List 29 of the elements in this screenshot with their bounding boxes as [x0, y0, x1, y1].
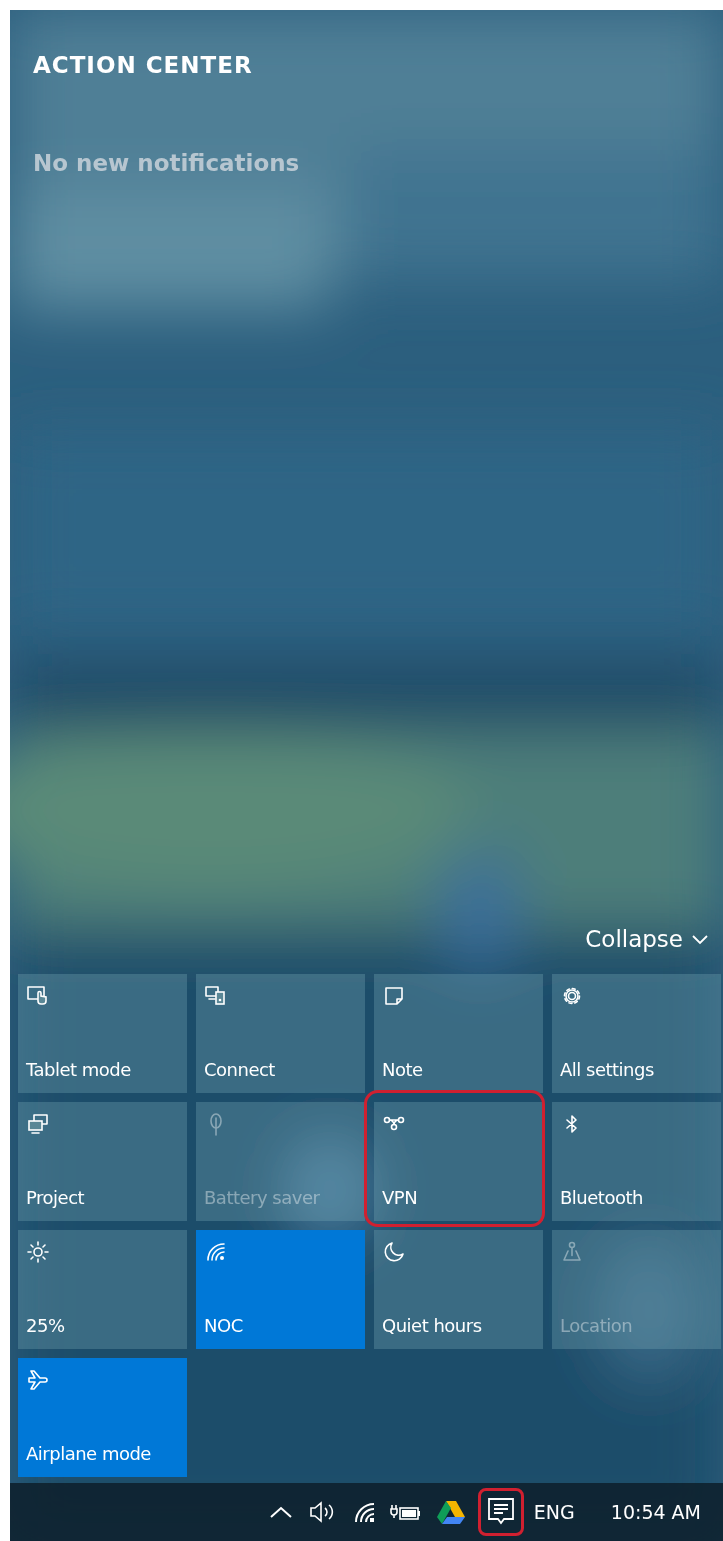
language-indicator[interactable]: ENG — [533, 1501, 575, 1523]
moon-icon — [382, 1240, 406, 1264]
action-center-button[interactable] — [477, 1488, 524, 1536]
monitors-icon — [26, 1112, 50, 1136]
collapse-button[interactable]: Collapse — [585, 926, 709, 952]
location-icon — [560, 1240, 584, 1264]
notifications-message: No new notifications — [33, 150, 301, 176]
monitor-device-icon — [204, 984, 228, 1008]
chevron-down-icon — [691, 933, 709, 945]
quick-action-tile[interactable]: All settings — [552, 974, 721, 1093]
note-icon — [382, 984, 406, 1008]
triangle-icon[interactable] — [435, 1499, 466, 1525]
quick-action-tile[interactable]: Airplane mode — [18, 1358, 187, 1477]
quick-action-tile[interactable]: 25% — [18, 1230, 187, 1349]
airplane-icon — [26, 1368, 50, 1392]
message-icon — [486, 1497, 515, 1527]
quick-action-tile[interactable]: NOC — [196, 1230, 365, 1349]
quick-action-tile[interactable]: Project — [18, 1102, 187, 1221]
tablet-hand-icon — [26, 984, 50, 1008]
quick-action-tile[interactable]: Bluetooth — [552, 1102, 721, 1221]
sun-icon — [26, 1240, 50, 1264]
quick-action-tile[interactable]: Note — [374, 974, 543, 1093]
quick-action-tile[interactable]: VPN — [374, 1102, 543, 1221]
clock[interactable]: 10:54 AM — [610, 1501, 701, 1523]
quick-action-tile[interactable]: Tablet mode — [18, 974, 187, 1093]
panel-title: ACTION CENTER — [33, 52, 254, 78]
quick-action-tile[interactable]: Connect — [196, 974, 365, 1093]
wifi-icon — [204, 1240, 228, 1264]
quick-action-tile[interactable]: Quiet hours — [374, 1230, 543, 1349]
